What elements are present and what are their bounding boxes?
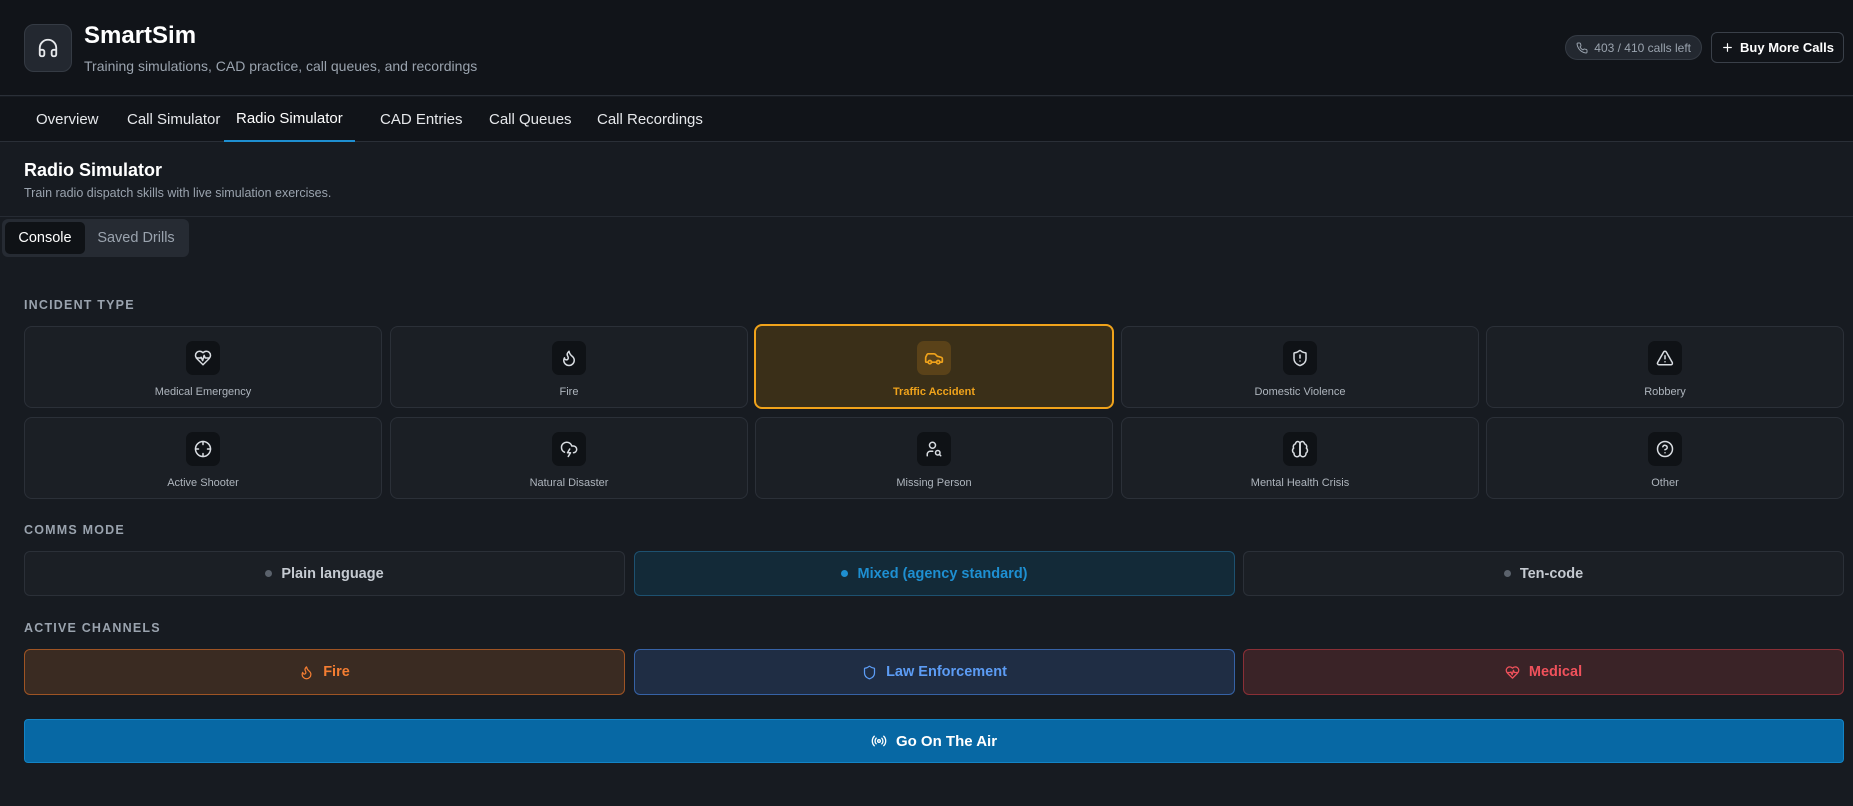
car-icon <box>917 341 951 375</box>
channel-medical[interactable]: Medical <box>1243 649 1844 695</box>
mode-label: Mixed (agency standard) <box>857 565 1028 582</box>
flame-icon <box>299 665 314 680</box>
incident-label: Mental Health Crisis <box>1250 477 1350 489</box>
tab-call-recordings[interactable]: Call Recordings <box>597 97 703 142</box>
brain-icon <box>1283 432 1317 466</box>
radio-broadcast-icon <box>871 733 887 749</box>
incident-label: Fire <box>559 386 579 398</box>
tab-call-simulator[interactable]: Call Simulator <box>127 97 220 142</box>
app-header: SmartSim Training simulations, CAD pract… <box>0 0 1853 96</box>
incident-label: Other <box>1651 477 1679 489</box>
section-divider <box>0 216 1853 217</box>
incident-label: Active Shooter <box>167 477 239 489</box>
comms-mode-label: COMMS MODE <box>24 523 125 537</box>
incident-medical-emergency[interactable]: Medical Emergency <box>24 326 382 408</box>
incident-mental-health-crisis[interactable]: Mental Health Crisis <box>1121 417 1479 499</box>
incident-label: Medical Emergency <box>154 386 252 398</box>
tab-call-queues[interactable]: Call Queues <box>489 97 572 142</box>
incident-traffic-accident[interactable]: Traffic Accident <box>754 324 1114 409</box>
console-subtabs: Console Saved Drills <box>2 219 189 257</box>
heart-pulse-icon <box>186 341 220 375</box>
go-on-the-air-button[interactable]: Go On The Air <box>24 719 1844 763</box>
page-description: Train radio dispatch skills with live si… <box>24 186 332 200</box>
mode-dot <box>841 570 849 577</box>
channel-label: Law Enforcement <box>886 664 1007 680</box>
incident-other[interactable]: Other <box>1486 417 1844 499</box>
incident-label: Missing Person <box>896 477 972 489</box>
app-title: SmartSim <box>84 22 197 49</box>
mode-label: Ten-code <box>1519 565 1584 582</box>
mode-plain-language[interactable]: Plain language <box>24 551 625 596</box>
warning-triangle-icon <box>1648 341 1682 375</box>
mode-dot <box>1503 570 1511 577</box>
incident-label: Traffic Accident <box>892 386 976 398</box>
channel-law-enforcement[interactable]: Law Enforcement <box>634 649 1235 695</box>
mode-dot <box>265 570 273 577</box>
incident-robbery[interactable]: Robbery <box>1486 326 1844 408</box>
tab-cad-entries[interactable]: CAD Entries <box>380 97 463 142</box>
incident-natural-disaster[interactable]: Natural Disaster <box>390 417 748 499</box>
calls-left-text: 403 / 410 calls left <box>1594 40 1691 55</box>
subtab-saved-drills[interactable]: Saved Drills <box>86 222 186 254</box>
crosshair-icon <box>186 432 220 466</box>
app-subtitle: Training simulations, CAD practice, call… <box>84 58 478 74</box>
incident-type-label: INCIDENT TYPE <box>24 298 135 312</box>
buy-more-calls-label: Buy More Calls <box>1740 40 1834 55</box>
incident-active-shooter[interactable]: Active Shooter <box>24 417 382 499</box>
mode-mixed[interactable]: Mixed (agency standard) <box>634 551 1235 596</box>
channel-fire[interactable]: Fire <box>24 649 625 695</box>
active-channels-label: ACTIVE CHANNELS <box>24 621 161 635</box>
channel-label: Fire <box>323 664 350 680</box>
mode-ten-code[interactable]: Ten-code <box>1243 551 1844 596</box>
cloud-lightning-icon <box>552 432 586 466</box>
mode-label: Plain language <box>281 565 384 582</box>
plus-icon <box>1721 41 1734 54</box>
incident-label: Robbery <box>1644 386 1686 398</box>
incident-label: Natural Disaster <box>529 477 609 489</box>
channel-label: Medical <box>1528 664 1583 680</box>
go-on-the-air-label: Go On The Air <box>895 732 998 750</box>
page-title: Radio Simulator <box>24 160 163 180</box>
main-nav: Overview Call Simulator Radio Simulator … <box>0 97 1853 142</box>
help-circle-icon <box>1648 432 1682 466</box>
shield-icon <box>862 665 877 680</box>
calls-left-badge: 403 / 410 calls left <box>1565 35 1702 60</box>
tab-overview[interactable]: Overview <box>36 97 99 142</box>
incident-domestic-violence[interactable]: Domestic Violence <box>1121 326 1479 408</box>
flame-icon <box>552 341 586 375</box>
incident-label: Domestic Violence <box>1254 386 1346 398</box>
heart-pulse-icon <box>1505 665 1520 680</box>
shield-alert-icon <box>1283 341 1317 375</box>
user-search-icon <box>917 432 951 466</box>
incident-missing-person[interactable]: Missing Person <box>755 417 1113 499</box>
subtab-console[interactable]: Console <box>5 222 85 254</box>
headphones-icon <box>24 24 72 72</box>
phone-icon <box>1576 41 1588 54</box>
tab-radio-simulator[interactable]: Radio Simulator <box>224 97 355 142</box>
buy-more-calls-button[interactable]: Buy More Calls <box>1711 32 1844 63</box>
incident-fire[interactable]: Fire <box>390 326 748 408</box>
